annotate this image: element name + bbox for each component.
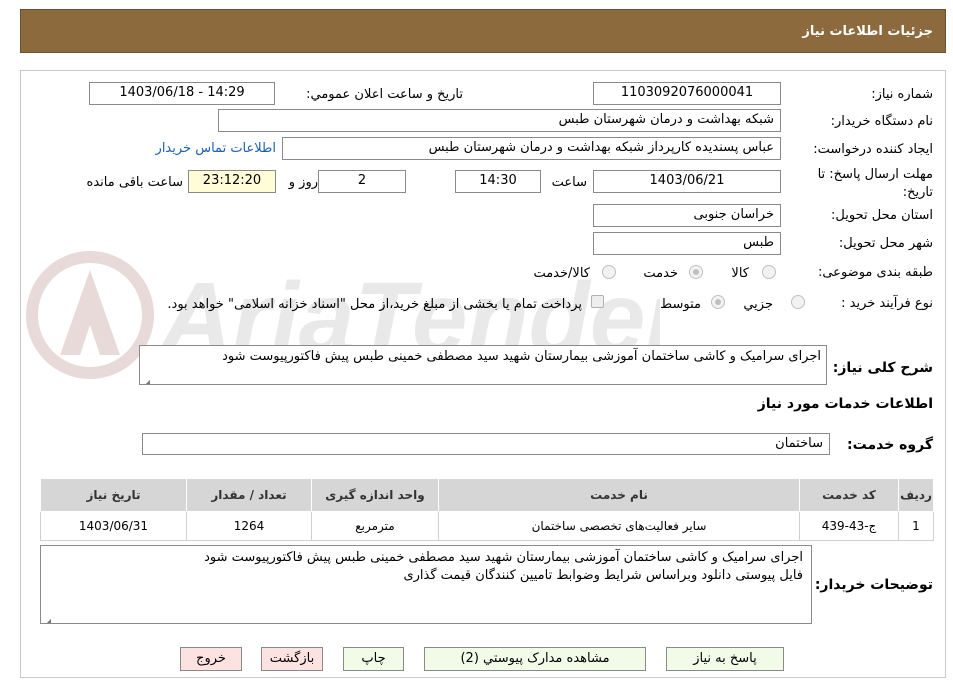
province-label: استان محل تحويل: (831, 208, 933, 223)
category-radio-goods-service[interactable] (602, 265, 616, 279)
process-option-medium: متوسط (660, 297, 701, 312)
buyer-notes-label: توضیحات خریدار: (814, 577, 933, 593)
services-section-title: اطلاعات خدمات مورد نياز (757, 396, 933, 412)
page-title: جزئیات اطلاعات نیاز (802, 24, 933, 39)
table-cell: ج-43-439 (799, 511, 899, 541)
province-field[interactable]: خراسان جنوبی (593, 204, 781, 227)
category-radio-service[interactable] (689, 265, 703, 279)
table-cell: 1264 (186, 511, 312, 541)
description-text: اجرای سرامیک و کاشی ساختمان آموزشی بیمار… (222, 349, 821, 364)
service-group-field[interactable]: ساختمان (142, 433, 830, 455)
page-header: جزئیات اطلاعات نیاز (20, 9, 946, 53)
process-option-minor: جزیي (743, 297, 773, 312)
exit-button[interactable]: خروج (180, 647, 242, 671)
services-table-header: رديف کد خدمت نام خدمت واحد اندازه گيری ت… (40, 478, 934, 512)
requester-field[interactable]: عباس پسندیده کارپرداز شبکه بهداشت و درما… (282, 137, 781, 160)
payment-note: پرداخت تمام یا بخشی از مبلغ خرید،از محل … (167, 297, 582, 312)
need-number-field[interactable]: 1103092076000041 (593, 82, 781, 105)
back-button[interactable]: بازگشت (261, 647, 323, 671)
days-field[interactable]: 2 (318, 170, 406, 193)
service-group-label: گروه خدمت: (847, 437, 933, 453)
announce-label: تاریخ و ساعت اعلان عمومي: (306, 87, 463, 102)
category-option-goods-service: کالا/خدمت (533, 266, 590, 281)
print-button[interactable]: چاپ (343, 647, 404, 671)
resize-handle-icon[interactable]: ◢ (142, 374, 150, 384)
services-table: رديف کد خدمت نام خدمت واحد اندازه گيری ت… (40, 478, 934, 541)
buyer-org-field[interactable]: شبکه بهداشت و درمان شهرستان طبس (218, 109, 781, 132)
buyer-notes-line: اجرای سرامیک و کاشی ساختمان آموزشی بیمار… (204, 550, 803, 565)
category-option-goods: کالا (731, 266, 749, 281)
column-header: رديف (898, 478, 934, 512)
description-label: شرح کلی نیاز: (832, 360, 933, 376)
table-cell: 1 (898, 511, 934, 541)
process-label: نوع فرآيند خريد : (841, 296, 933, 311)
remaining-time-field: 23:12:20 (188, 170, 276, 193)
description-textarea[interactable]: اجرای سرامیک و کاشی ساختمان آموزشی بیمار… (139, 345, 827, 385)
deadline-time-field[interactable]: 14:30 (455, 170, 541, 193)
column-header: تعداد / مقدار (186, 478, 312, 512)
city-label: شهر محل تحويل: (838, 236, 933, 251)
column-header: کد خدمت (799, 478, 899, 512)
resize-handle-icon[interactable]: ◢ (43, 613, 51, 623)
need-number-label: شماره نیاز: (871, 87, 933, 102)
payment-checkbox[interactable] (591, 295, 604, 308)
table-cell: ساير فعاليت‌های تخصصی ساختمان (438, 511, 800, 541)
remaining-label: ساعت باقی مانده (86, 175, 183, 190)
buyer-notes-line: فایل پیوستی دانلود وبراساس شرایط وضوابط … (403, 568, 803, 583)
announce-field[interactable]: 1403/06/18 - 14:29 (89, 82, 275, 105)
requester-label: ايجاد کننده درخواست: (813, 142, 933, 157)
reply-button[interactable]: پاسخ به نياز (666, 647, 784, 671)
buyer-contact-link[interactable]: اطلاعات تماس خريدار (156, 141, 276, 156)
view-attachments-button[interactable]: مشاهده مدارک پيوستي (2) (424, 647, 646, 671)
category-radio-goods[interactable] (762, 265, 776, 279)
column-header: تاريخ نياز (40, 478, 187, 512)
deadline-time-label: ساعت (551, 175, 587, 190)
buyer-org-label: نام دستگاه خريدار: (830, 114, 933, 129)
column-header: واحد اندازه گيری (311, 478, 439, 512)
column-header: نام خدمت (438, 478, 800, 512)
process-radio-minor[interactable] (791, 295, 805, 309)
table-cell: مترمربع (311, 511, 439, 541)
process-radio-medium[interactable] (711, 295, 725, 309)
city-field[interactable]: طبس (593, 232, 781, 255)
deadline-label: مهلت ارسال پاسخ: تا تاریخ: (817, 167, 933, 200)
category-label: طبقه بندی موضوعی: (817, 265, 933, 280)
table-row: 1 ج-43-439 ساير فعاليت‌های تخصصی ساختمان… (40, 511, 934, 541)
buyer-notes-textarea[interactable]: اجرای سرامیک و کاشی ساختمان آموزشی بیمار… (40, 545, 812, 624)
days-label: روز و (288, 175, 318, 190)
category-option-service: خدمت (643, 266, 678, 281)
deadline-date-field[interactable]: 1403/06/21 (593, 170, 781, 193)
table-cell: 1403/06/31 (40, 511, 187, 541)
